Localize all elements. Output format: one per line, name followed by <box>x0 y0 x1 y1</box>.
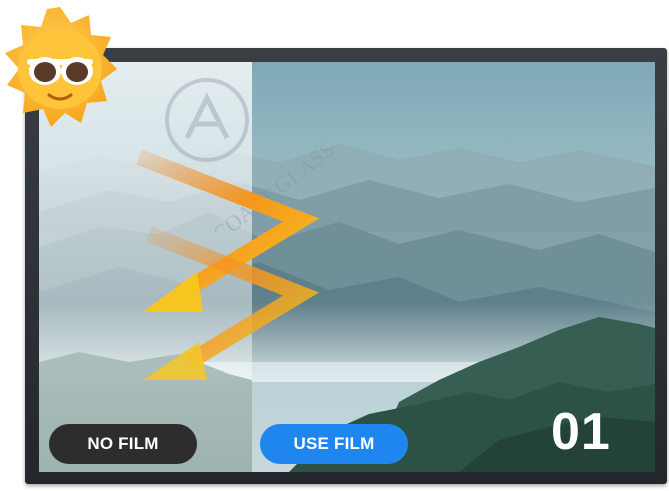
use-film-button[interactable]: USE FILM <box>260 424 408 464</box>
step-number: 01 <box>551 403 611 461</box>
sun-with-sunglasses-icon <box>5 7 117 127</box>
no-film-button[interactable]: NO FILM <box>49 424 197 464</box>
